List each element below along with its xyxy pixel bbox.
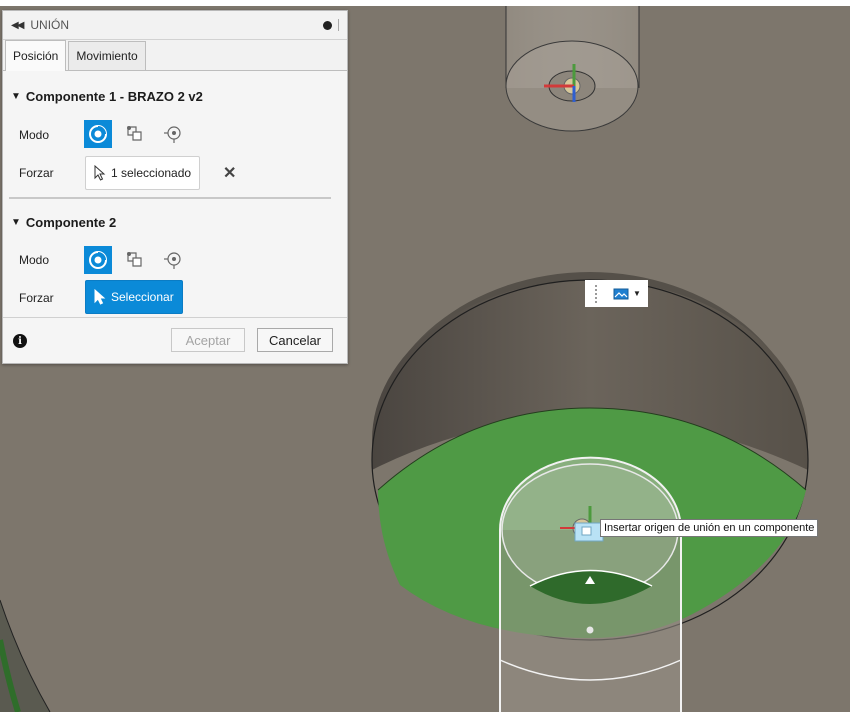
grip-icon bbox=[595, 284, 600, 303]
dialog-tabs: Posición Movimiento bbox=[3, 40, 347, 71]
dialog-title: UNIÓN bbox=[30, 18, 70, 32]
two-edge-intersection-icon bbox=[164, 252, 181, 269]
chevron-down-icon: ▼ bbox=[633, 289, 641, 298]
section-divider bbox=[9, 197, 331, 199]
component2-header[interactable]: ▼ Componente 2 bbox=[11, 215, 116, 230]
chevron-down-icon: ▼ bbox=[11, 91, 21, 102]
between-two-faces-icon bbox=[127, 126, 142, 141]
two-edge-intersection-button[interactable] bbox=[159, 120, 187, 148]
between-two-faces-icon bbox=[127, 252, 142, 267]
collapse-icon[interactable]: ◀◀ bbox=[11, 20, 24, 31]
between-two-faces-button[interactable] bbox=[121, 120, 149, 148]
snap-selection-button[interactable]: 1 seleccionado bbox=[85, 156, 201, 190]
tab-movimiento[interactable]: Movimiento bbox=[68, 41, 146, 70]
snap-label: Forzar bbox=[19, 166, 54, 180]
simple-mode-icon bbox=[89, 125, 107, 143]
ok-button[interactable]: Aceptar bbox=[171, 328, 245, 352]
display-toggle-button[interactable]: ▼ bbox=[585, 280, 648, 307]
grip-icon[interactable] bbox=[338, 19, 339, 31]
dialog-footer: i Aceptar Cancelar bbox=[3, 317, 347, 364]
chevron-down-icon: ▼ bbox=[11, 217, 21, 228]
simple-mode-icon bbox=[89, 251, 107, 269]
tooltip: Insertar origen de unión en un component… bbox=[600, 519, 819, 537]
simple-mode-button[interactable] bbox=[84, 120, 112, 148]
bottom-cylinder[interactable] bbox=[499, 456, 682, 712]
between-two-faces-button[interactable] bbox=[121, 246, 149, 274]
mode-label: Modo bbox=[19, 128, 50, 142]
mode-label: Modo bbox=[19, 253, 50, 267]
cancel-button[interactable]: Cancelar bbox=[257, 328, 333, 352]
snap-select-button[interactable]: Seleccionar bbox=[85, 280, 183, 314]
close-icon[interactable]: ✕ bbox=[223, 163, 236, 183]
component1-title: Componente 1 - BRAZO 2 v2 bbox=[25, 89, 203, 104]
two-edge-intersection-button[interactable] bbox=[159, 246, 187, 274]
cursor-select-icon bbox=[94, 165, 106, 181]
simple-mode-button[interactable] bbox=[84, 246, 112, 274]
cursor-select-icon bbox=[94, 289, 106, 305]
snap-selection-value: 1 seleccionado bbox=[111, 166, 192, 180]
two-edge-intersection-icon bbox=[164, 126, 181, 143]
tab-posicion[interactable]: Posición bbox=[5, 40, 67, 71]
snap-label: Forzar bbox=[19, 291, 54, 305]
component1-header[interactable]: ▼ Componente 1 - BRAZO 2 v2 bbox=[11, 89, 203, 104]
joint-dialog: ◀◀ UNIÓN Posición Movimiento ▼ Component… bbox=[2, 10, 348, 364]
dialog-titlebar[interactable]: ◀◀ UNIÓN bbox=[3, 11, 347, 40]
display-toggle-icon bbox=[613, 288, 629, 299]
minimize-icon[interactable] bbox=[323, 20, 332, 30]
info-icon[interactable]: i bbox=[13, 334, 27, 348]
snap-select-label: Seleccionar bbox=[111, 290, 174, 304]
component2-title: Componente 2 bbox=[25, 215, 117, 230]
